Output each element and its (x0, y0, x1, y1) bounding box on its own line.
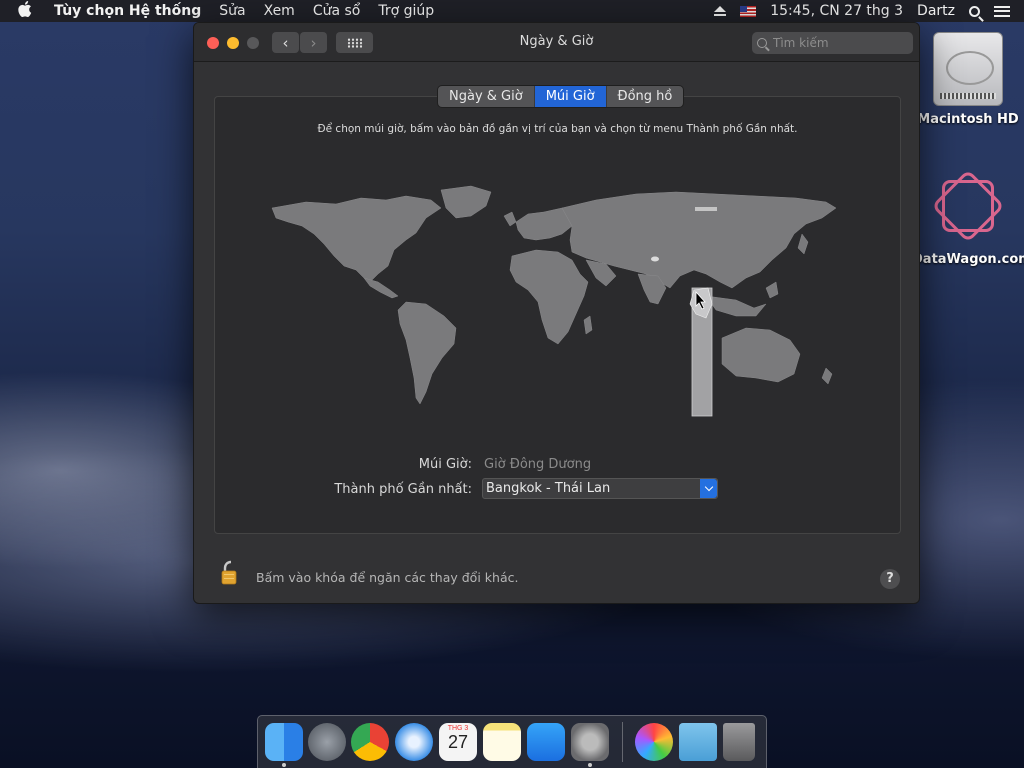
desktop-icon-macintosh-hd[interactable]: Macintosh HD (912, 32, 1024, 127)
calendar-icon[interactable]: THG 3 27 (439, 723, 477, 761)
dock-running-indicator (282, 763, 286, 767)
date-time-preferences-window: ‹ › Ngày & Giờ Ngày & Giờ Múi Giờ Đồng h… (193, 22, 920, 604)
photos-icon[interactable] (635, 723, 673, 761)
menubar-clock[interactable]: 15:45, CN 27 thg 3 (770, 3, 903, 19)
dock: THG 3 27 (257, 715, 767, 768)
menu-window[interactable]: Cửa sổ (313, 3, 361, 19)
lock-hint-text: Bấm vào khóa để ngăn các thay đổi khác. (256, 570, 519, 585)
menu-bar: Tùy chọn Hệ thống Sửa Xem Cửa sổ Trợ giú… (0, 0, 1024, 22)
chrome-icon[interactable] (351, 723, 389, 761)
dock-separator (622, 722, 623, 762)
disk-image-icon (930, 168, 1006, 246)
downloads-folder-icon[interactable] (679, 723, 717, 761)
hard-disk-icon (933, 32, 1003, 106)
world-timezone-map[interactable] (266, 178, 850, 440)
closest-city-value: Bangkok - Thái Lan (486, 481, 611, 496)
eject-icon[interactable] (714, 6, 727, 16)
search-icon (757, 38, 767, 48)
timezone-label: Múi Giờ: (418, 457, 472, 472)
desktop-icon-label: DataWagon.com (912, 252, 1024, 267)
timezone-value: Giờ Đông Dương (484, 457, 592, 472)
closest-city-combobox[interactable]: Bangkok - Thái Lan (482, 478, 718, 499)
spotlight-search-icon[interactable] (969, 5, 980, 17)
menu-app-name[interactable]: Tùy chọn Hệ thống (54, 3, 201, 19)
window-titlebar: ‹ › Ngày & Giờ (194, 23, 919, 62)
notification-center-icon[interactable] (994, 5, 1010, 17)
tab-bar: Ngày & Giờ Múi Giờ Đồng hồ (438, 86, 684, 107)
help-button[interactable]: ? (880, 569, 900, 589)
tab-date-time[interactable]: Ngày & Giờ (438, 86, 535, 107)
search-field[interactable] (752, 32, 913, 54)
calendar-day: 27 (447, 732, 469, 752)
tab-time-zone[interactable]: Múi Giờ (534, 86, 607, 107)
us-flag-input-icon[interactable] (740, 5, 757, 17)
desktop-icon-label: Macintosh HD (917, 112, 1019, 127)
tab-clock[interactable]: Đồng hồ (607, 86, 684, 107)
notes-icon[interactable] (483, 723, 521, 761)
system-preferences-icon[interactable] (571, 723, 609, 761)
desktop-icon-datawagon[interactable]: DataWagon.com (912, 168, 1024, 267)
lock-icon[interactable] (221, 560, 241, 586)
menu-view[interactable]: Xem (264, 3, 295, 19)
chevron-down-icon[interactable] (700, 479, 717, 498)
menu-help[interactable]: Trợ giúp (378, 3, 434, 19)
menubar-user[interactable]: Dartz (917, 3, 955, 19)
search-input[interactable] (773, 36, 903, 50)
dock-running-indicator (588, 763, 592, 767)
closest-city-label: Thành phố Gần nhất: (334, 482, 472, 497)
safari-icon[interactable] (395, 723, 433, 761)
finder-icon[interactable] (265, 723, 303, 761)
timezone-instruction: Để chọn múi giờ, bấm vào bản đồ gần vị t… (317, 123, 798, 135)
launchpad-icon[interactable] (308, 723, 346, 761)
map-marker-line (695, 207, 717, 211)
calendar-month: THG 3 (447, 725, 469, 732)
app-store-icon[interactable] (527, 723, 565, 761)
apple-logo-icon[interactable] (18, 1, 38, 21)
menu-edit[interactable]: Sửa (219, 3, 245, 19)
trash-icon[interactable] (723, 723, 755, 761)
